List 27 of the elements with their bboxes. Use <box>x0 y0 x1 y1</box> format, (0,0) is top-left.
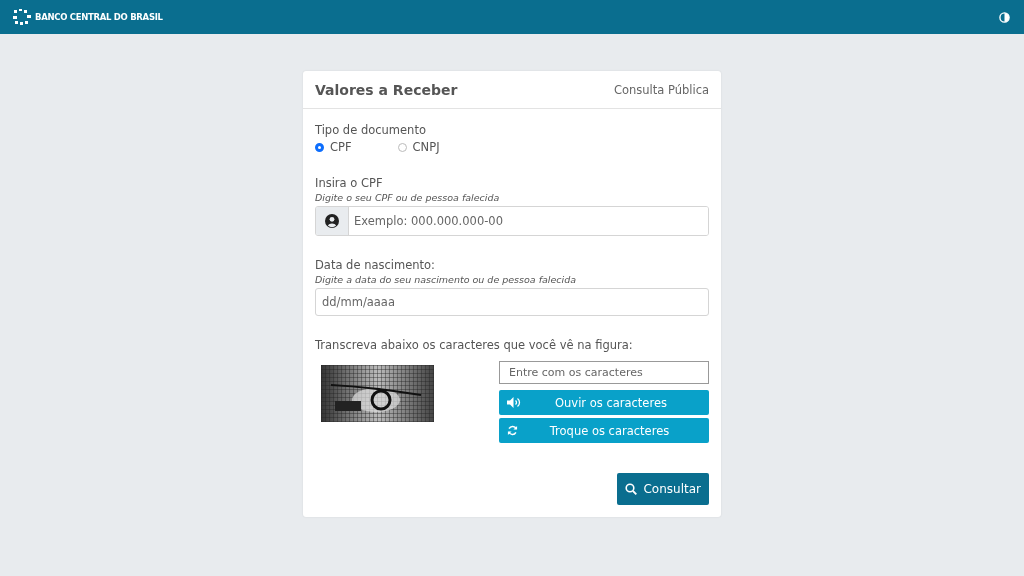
card-subtitle: Consulta Pública <box>613 82 709 97</box>
field-label: Insira o CPF <box>315 176 384 190</box>
date-input-field[interactable]: dd/mm/aaaa <box>315 288 709 316</box>
radio-label: CPF <box>330 140 352 154</box>
radio-button[interactable] <box>315 142 324 152</box>
search-icon <box>625 483 638 495</box>
submit-button[interactable]: Consultar <box>617 473 709 505</box>
field-label: Data de nascimento: <box>315 258 436 272</box>
radio-label: CNPJ <box>412 140 440 154</box>
radio-button[interactable] <box>397 142 407 152</box>
listen-button[interactable]: Ouvir os caracteres <box>499 390 709 415</box>
field-label: Tipo de documento <box>315 123 427 137</box>
refresh-button[interactable]: Troque os caracteres <box>499 418 709 443</box>
brand-name: BANCO CENTRAL DO BRASIL <box>35 12 163 22</box>
radio-option[interactable]: CNPJ <box>397 140 440 154</box>
radio-option[interactable]: CPF <box>315 140 352 154</box>
card-title: Valores a Receber <box>315 81 458 98</box>
contrast-icon[interactable] <box>999 11 1010 23</box>
field-label: Transcreva abaixo os caracteres que você vê na figura: <box>315 338 634 352</box>
refresh-icon <box>507 425 518 436</box>
logo-icon <box>12 8 32 26</box>
user-icon <box>325 214 339 228</box>
captcha-input-field[interactable]: Entre com os caracteres <box>499 361 709 384</box>
cpf-input-field[interactable]: Exemplo: 000.000.000-00 <box>315 206 709 236</box>
speaker-icon <box>507 397 521 408</box>
field-hint: Digite a data do seu nascimento ou de pessoa falecida <box>315 274 578 285</box>
field-hint: Digite o seu CPF ou de pessoa falecida <box>315 192 501 203</box>
